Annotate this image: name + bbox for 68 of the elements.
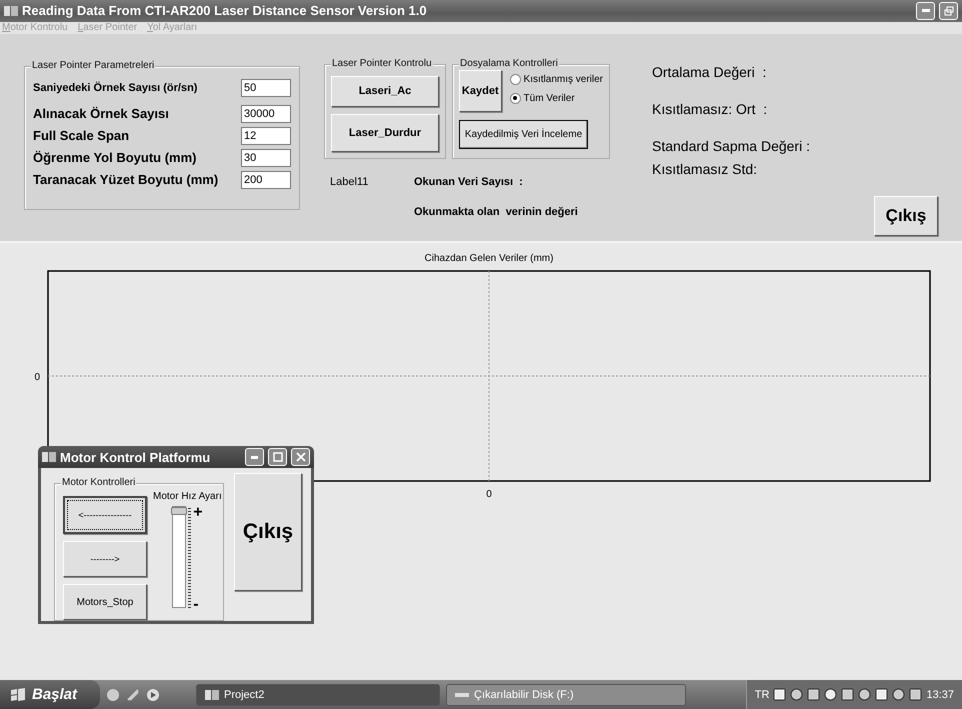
- maximize-icon: [272, 452, 282, 462]
- tray-icon: [790, 688, 804, 701]
- drive-icon: [455, 690, 469, 698]
- field-label: Taranacak Yüzet Boyutu (mm): [33, 172, 218, 188]
- language-indicator: TR: [754, 688, 770, 700]
- field-label: Full Scale Span: [33, 128, 130, 144]
- close-button[interactable]: [291, 448, 310, 466]
- statistic-label: Ortalama Değeri :: [652, 64, 768, 82]
- exit-button[interactable]: Çıkış: [234, 473, 302, 591]
- start-button[interactable]: Başlat: [0, 680, 100, 709]
- tray-icon: [875, 688, 888, 701]
- minimize-button[interactable]: [245, 448, 264, 466]
- minimize-icon: [251, 456, 258, 458]
- statistic-label: Kısıtlamasız: Ort :: [652, 100, 768, 119]
- tray-icon: [773, 688, 786, 701]
- tray-icon: [858, 688, 872, 701]
- tray-icon: [892, 688, 906, 701]
- motor-button[interactable]: Motors_Stop: [63, 584, 147, 620]
- speed-slider[interactable]: [172, 506, 186, 608]
- statistic-label: Kısıtlamasız Std:: [652, 160, 758, 179]
- tray-icon: [909, 688, 922, 701]
- radio-option[interactable]: Tüm Veriler: [510, 92, 603, 104]
- laser-button[interactable]: Laser_Durdur: [331, 114, 439, 152]
- flag-icon: [10, 688, 26, 702]
- slider-label: Motor Hız Ayarı: [153, 491, 222, 502]
- laser-button[interactable]: Laseri_Ac: [331, 76, 439, 107]
- field-label: Alınacak Örnek Sayısı: [33, 106, 169, 122]
- chart-title: Cihazdan Gelen Veriler (mm): [424, 253, 554, 264]
- field-label: Öğrenme Yol Boyutu (mm): [33, 150, 196, 166]
- window-title: Motor Kontrol Platformu: [60, 450, 212, 464]
- minus-label: -: [193, 598, 200, 612]
- count-label: Okunan Veri Sayısı :: [414, 176, 524, 188]
- field-label: Saniyedeki Örnek Sayısı (ör/sn): [33, 82, 198, 94]
- input-field[interactable]: 30: [241, 148, 291, 167]
- tray-icon: [807, 688, 820, 701]
- plus-label: +: [193, 506, 203, 520]
- motor-button[interactable]: -------->: [63, 541, 147, 577]
- input-field[interactable]: 12: [241, 126, 291, 145]
- maximize-button[interactable]: [268, 448, 287, 466]
- taskbar-button[interactable]: Project2: [196, 684, 440, 706]
- review-button[interactable]: Kaydedilmiş Veri İnceleme: [459, 120, 588, 149]
- slider-thumb[interactable]: [171, 507, 188, 515]
- motor-button[interactable]: <----------------: [63, 496, 147, 534]
- clock: 13:37: [926, 688, 954, 700]
- tray-icon: [824, 688, 838, 701]
- group-title: Dosyalama Kontrolleri: [459, 58, 559, 70]
- app-icon: [205, 688, 219, 700]
- app-icon: [42, 451, 56, 463]
- input-field[interactable]: 30000: [241, 104, 291, 123]
- restore-button[interactable]: [939, 2, 958, 20]
- app-icon: [4, 4, 18, 17]
- radio-option[interactable]: Kısıtlanmış veriler: [510, 74, 603, 85]
- value-label: Okunmakta olan verinin değeri: [414, 206, 579, 218]
- x-axis-label: 0: [486, 489, 492, 500]
- exit-button[interactable]: Çıkış: [874, 196, 938, 236]
- save-button[interactable]: Kaydet: [459, 70, 502, 112]
- statistic-label: Standard Sapma Değeri :: [652, 138, 811, 156]
- input-field[interactable]: 50: [241, 78, 291, 97]
- input-field[interactable]: 200: [241, 170, 291, 189]
- restore-icon: [944, 6, 954, 16]
- close-icon: [296, 452, 306, 462]
- minimize-button[interactable]: [916, 2, 935, 20]
- play-icon: [146, 688, 160, 702]
- tray-icon: [841, 688, 854, 701]
- minimize-icon: [922, 9, 930, 12]
- status-label: Label11: [330, 176, 370, 188]
- y-axis-label: 0: [34, 372, 40, 384]
- window-title: Reading Data From CTI-AR200 Laser Distance Sensor Version 1.0: [22, 3, 428, 18]
